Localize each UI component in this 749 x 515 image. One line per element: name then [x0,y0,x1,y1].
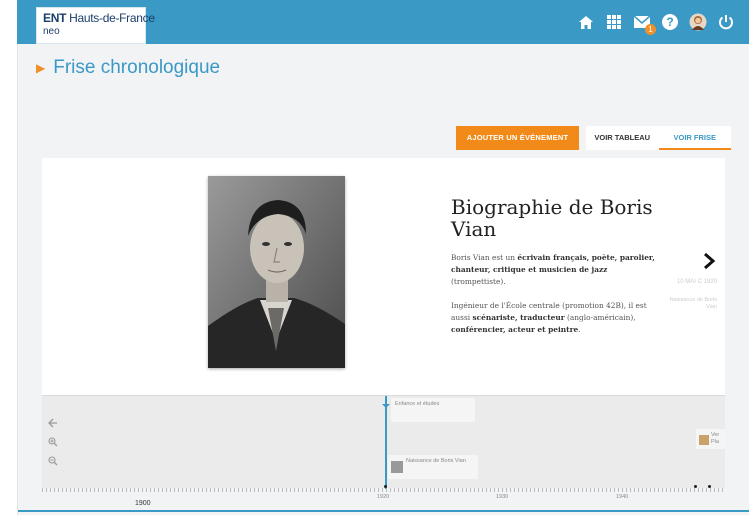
top-icons: 1 ? [575,11,737,35]
event-thumbnail [699,435,709,445]
slide-paragraph-2: Ingénieur de l'École centrale (promotion… [451,301,647,334]
back-arrow-icon[interactable] [46,416,60,430]
help-icon[interactable]: ? [659,11,681,33]
add-event-button[interactable]: AJOUTER UN ÉVÉNEMENT [456,126,579,150]
apps-grid-icon[interactable] [603,11,625,33]
next-event-label: Naissance de Boris Vian [669,297,717,310]
zoom-in-icon[interactable] [46,435,60,449]
timeline-event-next[interactable]: Ver Pla [696,429,725,449]
title-arrow-icon: ▶ [36,61,46,75]
logo-title: ENT Hauts-de-France [43,11,155,25]
current-date-marker [385,396,387,489]
slide-title: Biographie de Boris Vian [451,195,653,241]
bottom-rule [18,510,749,512]
next-event-date: 10 MAI C 1920 [676,279,717,285]
portrait-photo [208,176,345,368]
page-title: ▶ Frise chronologique [36,57,220,79]
top-navigation-bar: ENT Hauts-de-France neo 1 ? [17,0,749,44]
timeline-event-next-label: Ver Pla [711,432,720,445]
logo-subtitle: neo [43,26,60,37]
mail-icon[interactable]: 1 [631,11,656,35]
axis-label-1940: 1940 [616,494,629,500]
page-title-text: Frise chronologique [53,57,221,78]
tab-timeline-view[interactable]: VOIR FRISE [658,126,731,150]
svg-text:?: ? [666,15,673,29]
timeline-event-childhood[interactable]: Enfance et études [391,398,475,422]
slide-paragraph-1: Boris Vian est un écrivain français, poè… [451,253,655,286]
home-icon[interactable] [575,11,597,33]
event-thumbnail [391,461,403,473]
ent-logo[interactable]: ENT Hauts-de-France neo [36,7,155,44]
timeline-event-birth[interactable]: Naissance de Boris Vian [388,455,478,479]
timeline-tools [46,416,60,468]
user-avatar[interactable] [687,11,709,33]
power-icon[interactable] [715,11,737,33]
tab-table-view[interactable]: VOIR TABLEAU [586,126,659,150]
zoom-out-icon[interactable] [46,454,60,468]
timeline-nav[interactable]: Enfance et études Naissance de Boris Via… [42,395,725,489]
axis-label-1920: 1920 [377,494,390,500]
mail-badge: 1 [645,24,656,35]
event-slide: Biographie de Boris Vian Boris Vian est … [42,158,725,395]
view-tabs: VOIR TABLEAU VOIR FRISE [586,126,731,150]
timeline-axis [42,488,725,492]
marker-tip-icon [382,395,390,408]
timeline-event-birth-label: Naissance de Boris Vian [406,458,466,464]
axis-label-1900: 1900 [135,500,151,507]
axis-label-1930: 1930 [496,494,509,500]
next-event-arrow-icon[interactable] [702,252,716,270]
